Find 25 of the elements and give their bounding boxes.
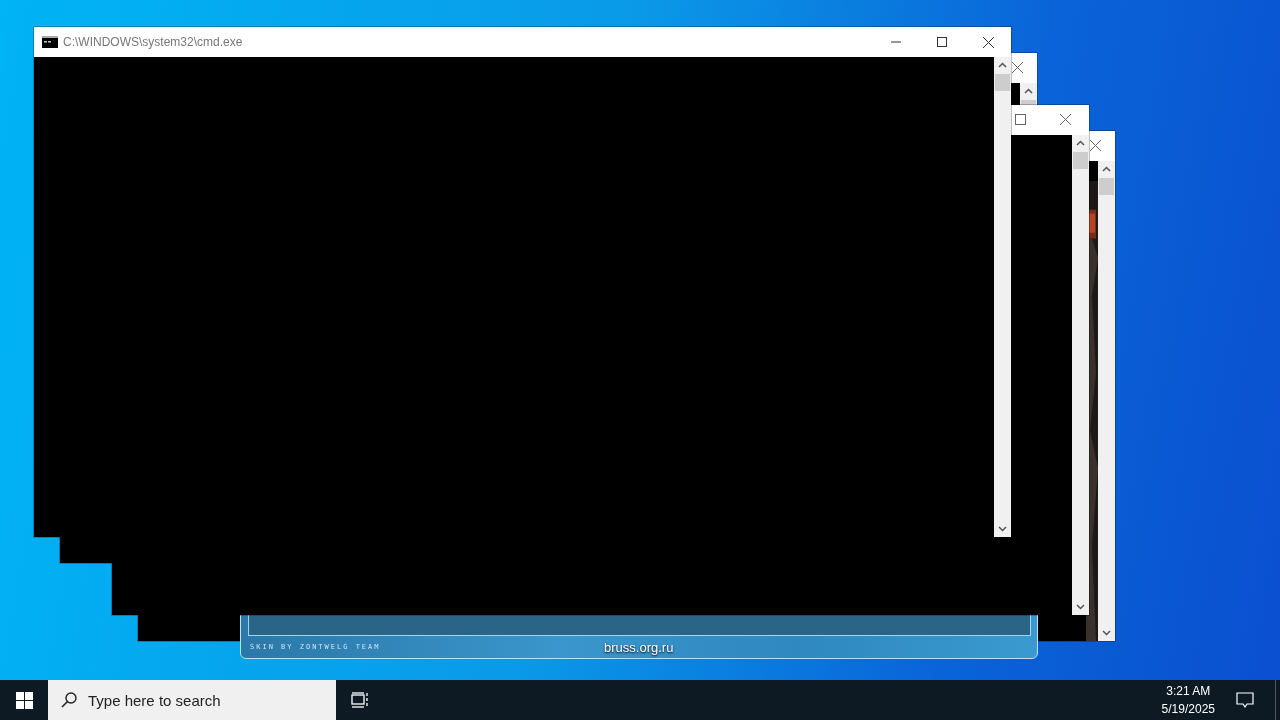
search-field[interactable]: Type here to search [48, 680, 336, 720]
site-label: bruss.org.ru [604, 639, 674, 655]
close-button[interactable] [1090, 140, 1101, 151]
scrollbar[interactable] [1020, 83, 1037, 105]
scroll-thumb[interactable] [995, 74, 1010, 91]
maximize-icon [937, 37, 947, 47]
scrollbar[interactable] [1072, 135, 1089, 615]
scroll-thumb[interactable] [1021, 100, 1036, 105]
windows-logo-icon [15, 691, 33, 709]
window-title: C:\WINDOWS\system32\cmd.exe [63, 35, 243, 49]
clock[interactable]: 3:21 AM 5/19/2025 [1161, 682, 1215, 718]
scrollbar[interactable] [1098, 161, 1115, 641]
clock-date: 5/19/2025 [1161, 701, 1215, 718]
scroll-thumb[interactable] [1099, 178, 1114, 195]
task-view-icon [351, 692, 369, 708]
clock-time: 3:21 AM [1166, 683, 1211, 700]
scroll-thumb[interactable] [1073, 152, 1088, 169]
search-icon [60, 691, 78, 709]
close-icon [982, 36, 994, 48]
chat-bubble-icon [1236, 691, 1254, 709]
console-icon [42, 36, 58, 48]
close-button[interactable] [1012, 62, 1023, 73]
scrollbar[interactable] [994, 57, 1011, 537]
close-button[interactable] [1060, 114, 1071, 125]
maximize-button[interactable] [1015, 114, 1026, 125]
